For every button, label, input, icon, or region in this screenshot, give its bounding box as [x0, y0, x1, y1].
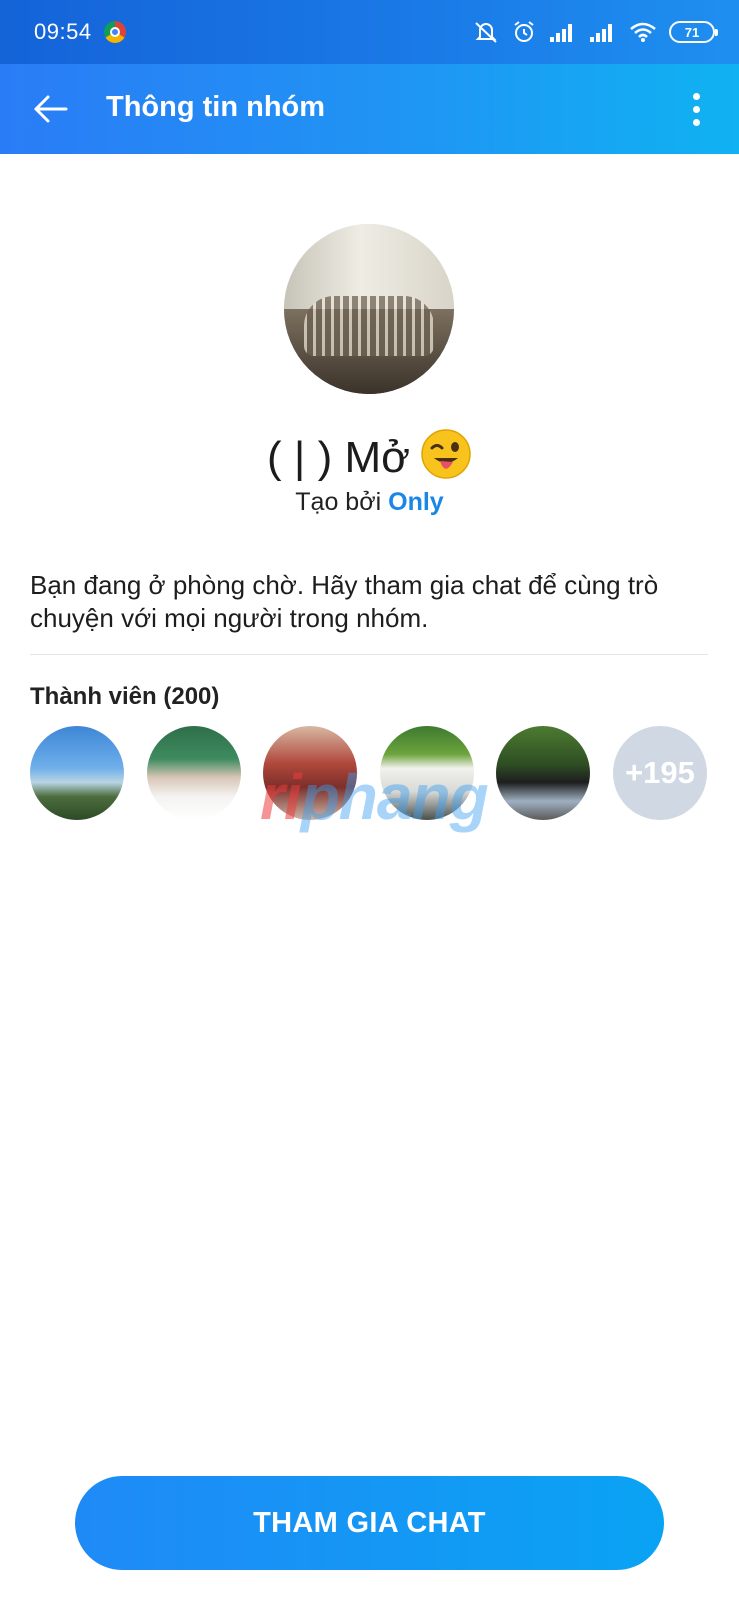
member-list: +195	[30, 726, 710, 822]
created-by: Tạo bởi Only	[0, 488, 739, 517]
signal-icon	[590, 24, 612, 42]
members-title: Thành viên (200)	[30, 683, 220, 710]
signal-icon	[550, 24, 572, 42]
status-time: 09:54	[34, 19, 92, 44]
group-name: ( | ) Mở	[0, 428, 739, 483]
status-icons: 71	[473, 16, 718, 48]
member-avatar[interactable]	[30, 726, 124, 820]
waiting-room-message: Bạn đang ở phòng chờ. Hãy tham gia chat …	[30, 570, 659, 633]
alarm-icon	[514, 21, 534, 42]
status-bar: 09:54 71	[0, 0, 739, 64]
battery-level: 71	[684, 24, 700, 40]
chrome-icon	[104, 21, 126, 43]
group-avatar[interactable]	[284, 224, 454, 394]
app-bar: Thông tin nhóm	[0, 64, 739, 154]
back-button[interactable]	[30, 88, 72, 130]
more-vertical-icon	[692, 92, 700, 100]
battery-icon: 71	[669, 21, 718, 43]
member-avatar[interactable]	[263, 726, 357, 820]
wifi-icon	[630, 22, 656, 42]
member-avatar[interactable]	[147, 726, 241, 820]
group-name-text: ( | ) Mở	[267, 433, 410, 482]
more-members-button[interactable]: +195	[613, 726, 707, 820]
member-avatar[interactable]	[380, 726, 474, 820]
created-by-label: Tạo bởi	[295, 488, 382, 516]
mute-bell-icon	[475, 22, 497, 43]
arrow-left-icon	[34, 95, 68, 123]
more-options-button[interactable]	[681, 88, 711, 130]
member-avatar[interactable]	[496, 726, 590, 820]
page-title: Thông tin nhóm	[106, 91, 326, 123]
creator-link[interactable]: Only	[388, 488, 444, 516]
winking-face-with-tongue-icon	[421, 429, 471, 479]
divider	[30, 654, 708, 655]
join-chat-button[interactable]: THAM GIA CHAT	[75, 1476, 664, 1570]
